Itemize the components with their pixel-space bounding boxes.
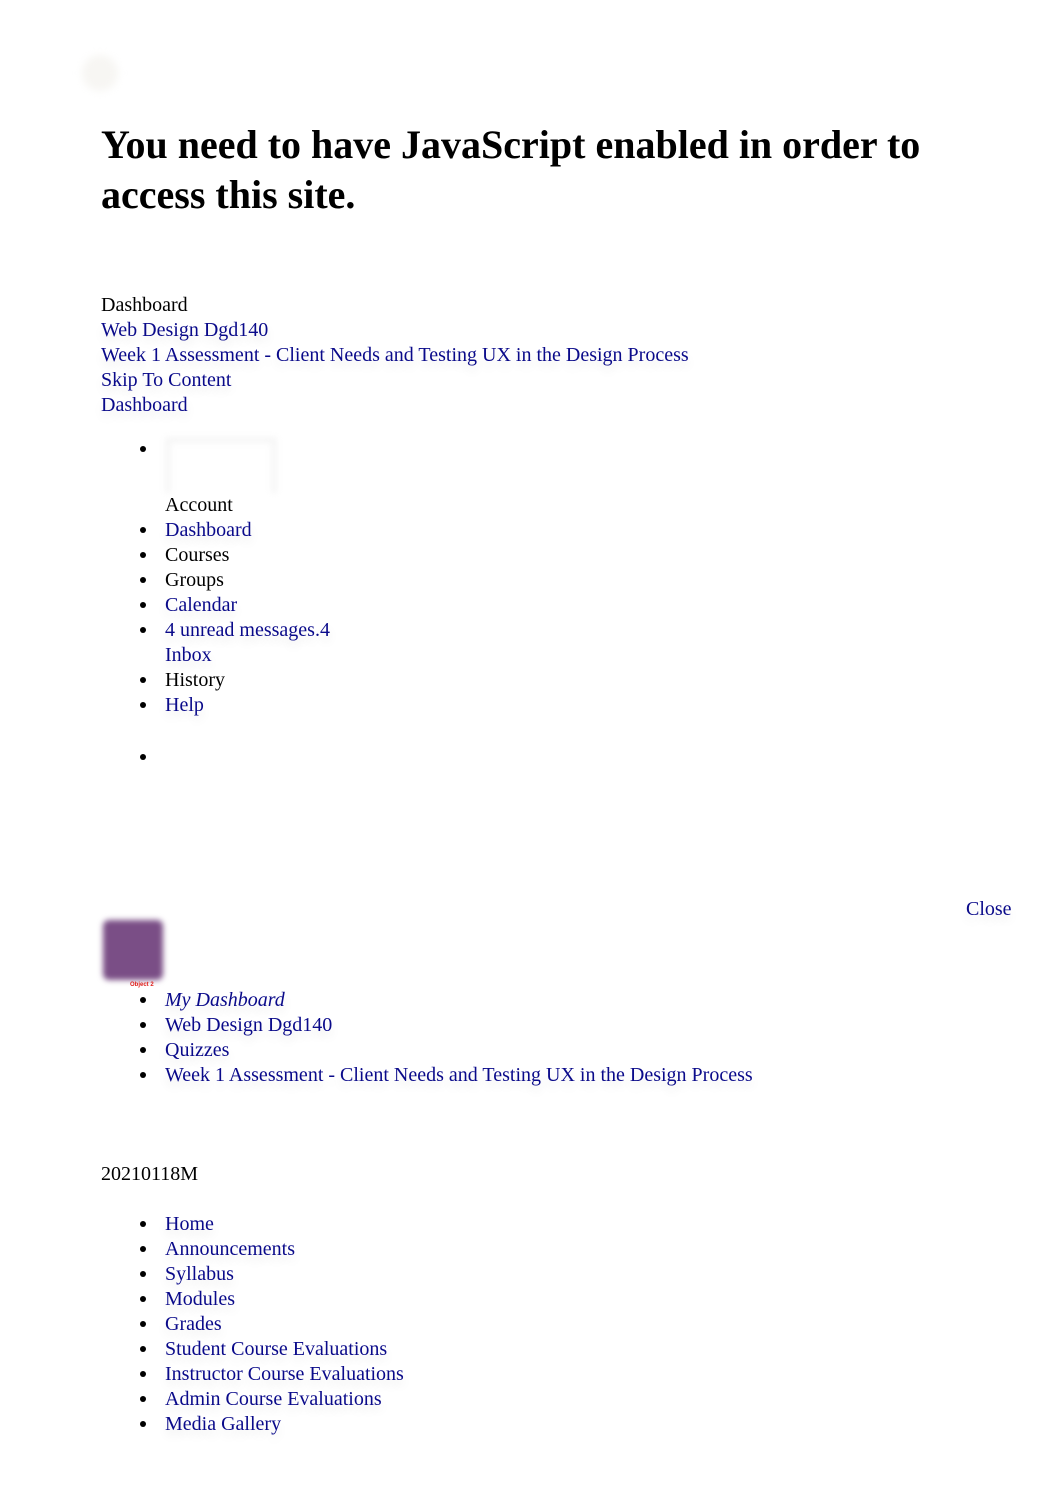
mobile-assessment-link[interactable]: Week 1 Assessment - Client Needs and Tes… [101,344,689,366]
skip-to-content-link[interactable]: Skip To Content [101,369,231,391]
unread-messages-badge[interactable]: 4 unread messages.4 [165,619,330,641]
global-nav-label: Courses [165,544,230,566]
global-nav-label[interactable]: Dashboard [165,519,252,541]
global-nav-label[interactable]: Calendar [165,594,237,616]
global-nav-item-history[interactable]: History [137,668,330,693]
mobile-course-link[interactable]: Web Design Dgd140 [101,319,268,341]
course-nav-link[interactable]: Admin Course Evaluations [165,1388,382,1410]
course-nav-link[interactable]: Announcements [165,1238,295,1260]
course-nav: Home Announcements Syllabus Modules Grad… [137,1212,404,1437]
course-nav-item-modules[interactable]: Modules [137,1287,404,1312]
course-nav-item-media-gallery[interactable]: Media Gallery [137,1412,404,1437]
course-nav-item-instructor-evaluations[interactable]: Instructor Course Evaluations [137,1362,404,1387]
global-nav-label: Account [165,494,233,516]
breadcrumb-quizzes-link[interactable]: Quizzes [165,1039,229,1061]
global-nav-item-courses[interactable]: Courses [137,543,330,568]
mobile-header-current: Dashboard [101,294,188,316]
breadcrumb-item[interactable]: Web Design Dgd140 [137,1013,753,1038]
course-nav-link[interactable]: Syllabus [165,1263,234,1285]
course-nav-link[interactable]: Modules [165,1288,235,1310]
global-nav-label: History [165,669,225,691]
course-nav-link[interactable]: Instructor Course Evaluations [165,1363,404,1385]
global-nav-item-inbox[interactable]: 4 unread messages.4 Inbox [137,618,330,668]
global-nav-label[interactable]: Help [165,694,204,716]
breadcrumb-dashboard-link[interactable]: My Dashboard [165,989,285,1011]
course-nav-link[interactable]: Grades [165,1313,222,1335]
course-nav-link[interactable]: Home [165,1213,214,1235]
breadcrumb: My Dashboard Web Design Dgd140 Quizzes W… [137,988,753,1088]
logo-icon [82,55,118,91]
breadcrumb-item[interactable]: My Dashboard [137,988,753,1013]
global-nav-item-groups[interactable]: Groups [137,568,330,593]
breadcrumb-course-link[interactable]: Web Design Dgd140 [165,1014,332,1036]
close-button[interactable]: Close [966,897,1012,922]
course-nav-item-admin-evaluations[interactable]: Admin Course Evaluations [137,1387,404,1412]
course-nav-item-home[interactable]: Home [137,1212,404,1237]
account-avatar-icon [165,437,277,493]
global-nav-item-calendar[interactable]: Calendar [137,593,330,618]
breadcrumb-assessment-link[interactable]: Week 1 Assessment - Client Needs and Tes… [165,1064,753,1086]
global-nav-label: Groups [165,569,224,591]
breadcrumb-item[interactable]: Quizzes [137,1038,753,1063]
mobile-header: Dashboard Web Design Dgd140 Week 1 Asses… [101,293,689,418]
breadcrumb-item[interactable]: Week 1 Assessment - Client Needs and Tes… [137,1063,753,1088]
avatar[interactable] [103,920,163,980]
course-nav-item-announcements[interactable]: Announcements [137,1237,404,1262]
global-nav-item-account[interactable]: Account [137,437,330,518]
empty-nav-list [137,745,170,770]
course-nav-item-grades[interactable]: Grades [137,1312,404,1337]
course-nav-item-syllabus[interactable]: Syllabus [137,1262,404,1287]
global-nav-item-help[interactable]: Help [137,693,330,718]
course-code: 20210118M [101,1163,199,1185]
global-nav-label[interactable]: Inbox [165,644,212,666]
mobile-dashboard-link[interactable]: Dashboard [101,394,188,416]
course-nav-link[interactable]: Student Course Evaluations [165,1338,387,1360]
empty-list-item [137,745,170,770]
global-nav: Account Dashboard Courses Groups Calenda… [137,437,330,718]
course-nav-link[interactable]: Media Gallery [165,1413,281,1435]
course-nav-item-student-evaluations[interactable]: Student Course Evaluations [137,1337,404,1362]
noscript-message: You need to have JavaScript enabled in o… [101,122,921,217]
global-nav-item-dashboard[interactable]: Dashboard [137,518,330,543]
